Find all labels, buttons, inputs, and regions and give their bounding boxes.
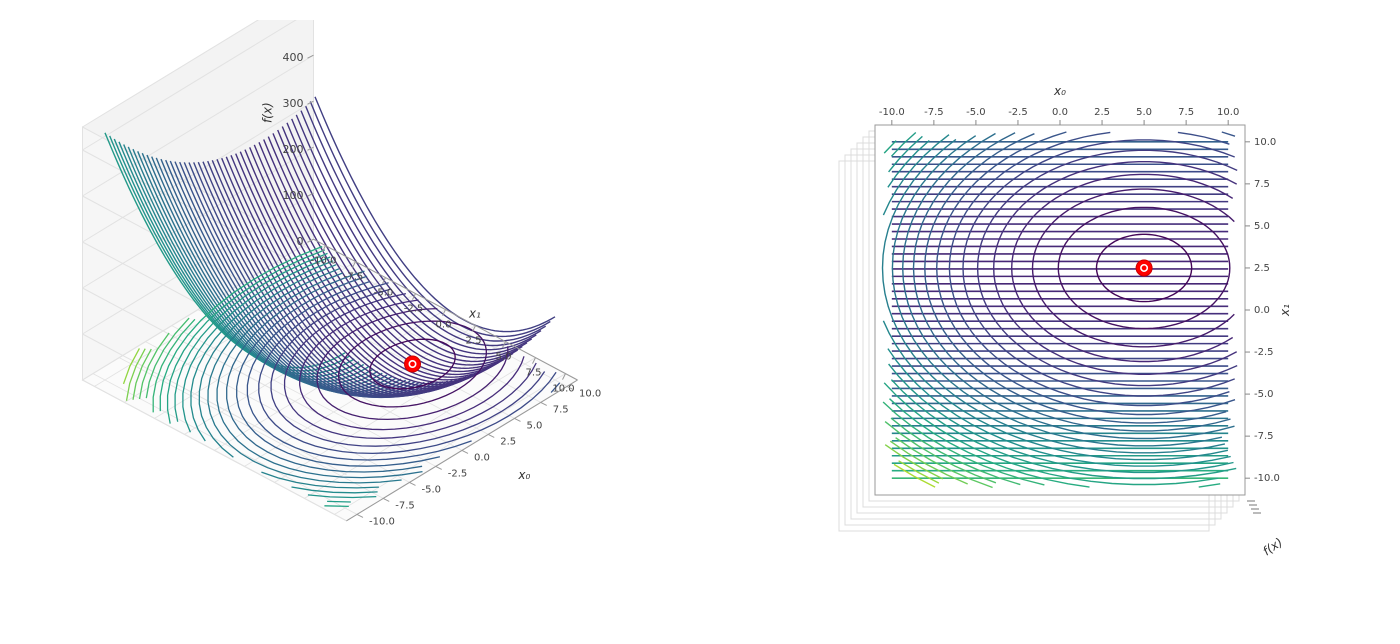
x0-tick-label: -2.5 [448, 468, 468, 479]
x1-tick-label: -7.5 [1254, 431, 1274, 442]
x1-tick-label: -2.5 [1254, 347, 1274, 358]
x0-tick-label: -10.0 [879, 107, 905, 118]
x0-tick [488, 434, 494, 437]
x1-tick-label: 0.0 [1254, 305, 1270, 316]
x0-tick-label: -7.5 [395, 500, 415, 511]
z-tick-label: 200 [283, 143, 304, 156]
x1-tick-label: 2.5 [466, 336, 482, 347]
z-tick-label: 400 [283, 51, 304, 64]
x0-tick [462, 450, 468, 453]
x1-tick-label: -10.0 [1254, 473, 1280, 484]
x0-tick-label: -5.0 [422, 484, 442, 495]
x1-tick-label: -5.0 [374, 288, 394, 299]
x1-tick-label: -2.5 [404, 304, 424, 315]
x0-tick-label: 2.5 [500, 436, 516, 447]
minimum-marker [1136, 260, 1152, 276]
x0-tick-label: 10.0 [1217, 107, 1239, 118]
x0-tick [357, 514, 363, 517]
x0-tick-label: -5.0 [966, 107, 986, 118]
x0-tick-label: -10.0 [369, 516, 395, 527]
x1-tick-label: -5.0 [1254, 389, 1274, 400]
x0-axis-label: x₀ [1053, 84, 1066, 98]
surface-3d-plot: 0100200300400500-10.0-7.5-5.0-2.50.02.55… [30, 20, 670, 630]
surface-3d-svg: 0100200300400500-10.0-7.5-5.0-2.50.02.55… [30, 20, 670, 630]
contour-top-svg: -10.0 -7.5 -5.0 -2.5 0.0 2.5 5.0 7.5 10.0 x₀ 10.0 7… [820, 70, 1290, 590]
x1-tick-label: -7.5 [344, 272, 364, 283]
x1-tick-label: 2.5 [1254, 263, 1270, 274]
contour-top-plot: -10.0 -7.5 -5.0 -2.5 0.0 2.5 5.0 7.5 10.0 x₀ 10.0 7… [820, 70, 1290, 590]
x0-tick-label: 0.0 [474, 452, 490, 463]
x0-tick-label: -7.5 [924, 107, 944, 118]
x0-tick-label: 5.0 [1136, 107, 1152, 118]
x0-tick-label: 7.5 [1178, 107, 1194, 118]
x0-tick [383, 498, 389, 501]
x0-axis-label: x₀ [517, 468, 530, 482]
fx-corner-label: f(x) [1260, 535, 1285, 558]
z-tick-label: 300 [283, 97, 304, 110]
z-axis-label: f(x) [261, 102, 275, 123]
x1-axis-label: x₁ [468, 307, 481, 321]
x0-tick-label: 7.5 [553, 404, 569, 415]
x1-tick-label: -10.0 [311, 256, 337, 267]
minimum-marker [405, 356, 421, 372]
x0-tick [410, 482, 416, 485]
x0-tick-label: 0.0 [1052, 107, 1068, 118]
z-tick-label: 0 [297, 235, 304, 248]
x1-tick-label: 0.0 [436, 320, 452, 331]
x0-tick [436, 466, 442, 469]
x0-tick-label: 10.0 [579, 388, 601, 399]
x1-tick-label: 7.5 [1254, 179, 1270, 190]
x0-tick [541, 402, 547, 405]
figure: 0100200300400500-10.0-7.5-5.0-2.50.02.55… [0, 0, 1400, 644]
x0-tick-label: 5.0 [527, 420, 543, 431]
x1-tick-label: 10.0 [1254, 137, 1276, 148]
x1-axis-label: x₁ [1278, 304, 1290, 317]
x1-tick-label: 7.5 [526, 368, 542, 379]
x0-tick [515, 418, 521, 421]
z-tick-label: 100 [283, 189, 304, 202]
x1-tick-label: 5.0 [1254, 221, 1270, 232]
x0-tick-label: 2.5 [1094, 107, 1110, 118]
x0-tick-label: -2.5 [1008, 107, 1028, 118]
x1-tick-label: 5.0 [496, 352, 512, 363]
